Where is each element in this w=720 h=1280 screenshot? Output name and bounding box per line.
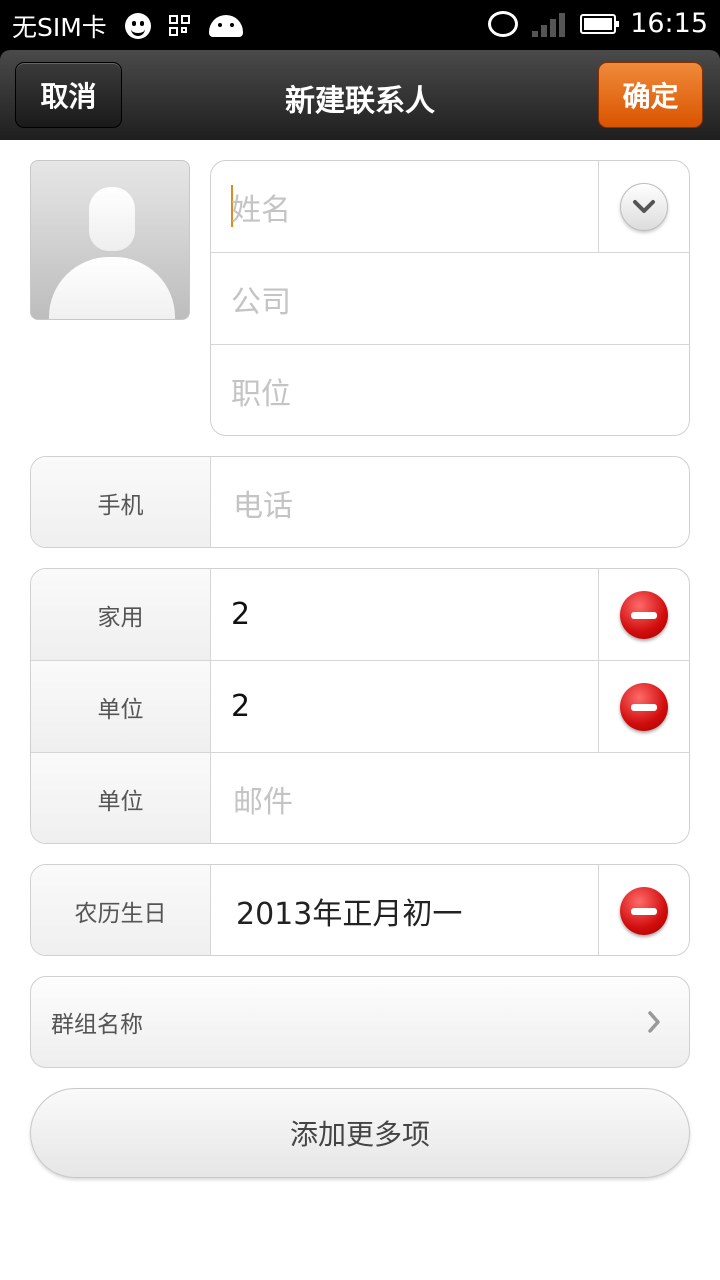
position-input[interactable]: 职位	[231, 345, 291, 435]
group-selector[interactable]: 群组名称	[30, 976, 690, 1068]
home-phone-input[interactable]: 2	[231, 569, 250, 660]
status-right: 16:15	[488, 8, 708, 39]
birthday-card: 农历生日 2013年正月初一	[30, 864, 690, 956]
phone-row: 手机 电话	[31, 457, 689, 547]
birthday-row: 农历生日 2013年正月初一	[31, 865, 689, 955]
birthday-value[interactable]: 2013年正月初一	[236, 865, 462, 955]
email-type-label[interactable]: 单位	[31, 753, 211, 843]
status-bar: 无SIM卡 16:15	[0, 0, 720, 50]
title-bar: 取消 新建联系人 确定	[0, 50, 720, 140]
android-icon	[208, 15, 243, 37]
position-row: 职位	[211, 344, 689, 435]
extra-fields-card: 家用 2 单位 2 单位 邮件	[30, 568, 690, 844]
carrier-text: 无SIM卡	[12, 13, 107, 42]
remove-home-phone-button[interactable]	[620, 590, 668, 639]
add-more-fields-button[interactable]: 添加更多项	[30, 1088, 690, 1178]
remove-birthday-button[interactable]	[620, 887, 668, 935]
email-input[interactable]: 邮件	[233, 753, 293, 843]
company-row: 公司	[211, 252, 689, 344]
chevron-down-icon	[633, 199, 655, 213]
avatar-body-shape	[49, 257, 175, 319]
signal-icon	[532, 11, 566, 37]
chevron-right-icon	[648, 1011, 660, 1033]
status-left: 无SIM卡	[12, 8, 243, 44]
birthday-remove-cell	[598, 865, 689, 955]
home-remove-cell	[598, 569, 689, 660]
work-type-label[interactable]: 单位	[31, 661, 211, 752]
expand-name-button[interactable]	[620, 182, 668, 231]
confirm-button[interactable]: 确定	[598, 62, 703, 128]
avatar-head-shape	[89, 187, 135, 251]
email-row: 单位 邮件	[31, 752, 689, 843]
company-input[interactable]: 公司	[231, 253, 291, 344]
phone-type-label[interactable]: 手机	[31, 457, 211, 547]
contact-form: 姓名 公司 职位 手机 电话 家用 2 单位 2 单位 邮件 农历生日 2013…	[0, 140, 720, 1280]
sync-icon	[488, 10, 519, 37]
home-type-label[interactable]: 家用	[31, 569, 211, 660]
work-remove-cell	[598, 661, 689, 752]
work-phone-input[interactable]: 2	[231, 661, 250, 752]
contact-photo[interactable]	[30, 160, 190, 320]
smiley-icon	[124, 13, 151, 39]
clock: 16:15	[630, 8, 708, 39]
name-card: 姓名 公司 职位	[210, 160, 690, 436]
group-label: 群组名称	[51, 1012, 143, 1038]
remove-work-phone-button[interactable]	[620, 682, 668, 731]
birthday-type-label[interactable]: 农历生日	[31, 865, 211, 955]
name-row: 姓名	[211, 161, 689, 252]
work-phone-row: 单位 2	[31, 660, 689, 752]
home-phone-row: 家用 2	[31, 569, 689, 660]
name-expand-cell	[598, 161, 689, 252]
phone-card: 手机 电话	[30, 456, 690, 548]
battery-icon	[580, 13, 620, 34]
phone-input[interactable]: 电话	[233, 457, 293, 547]
name-input[interactable]: 姓名	[231, 161, 597, 252]
qr-code-icon	[168, 15, 191, 37]
